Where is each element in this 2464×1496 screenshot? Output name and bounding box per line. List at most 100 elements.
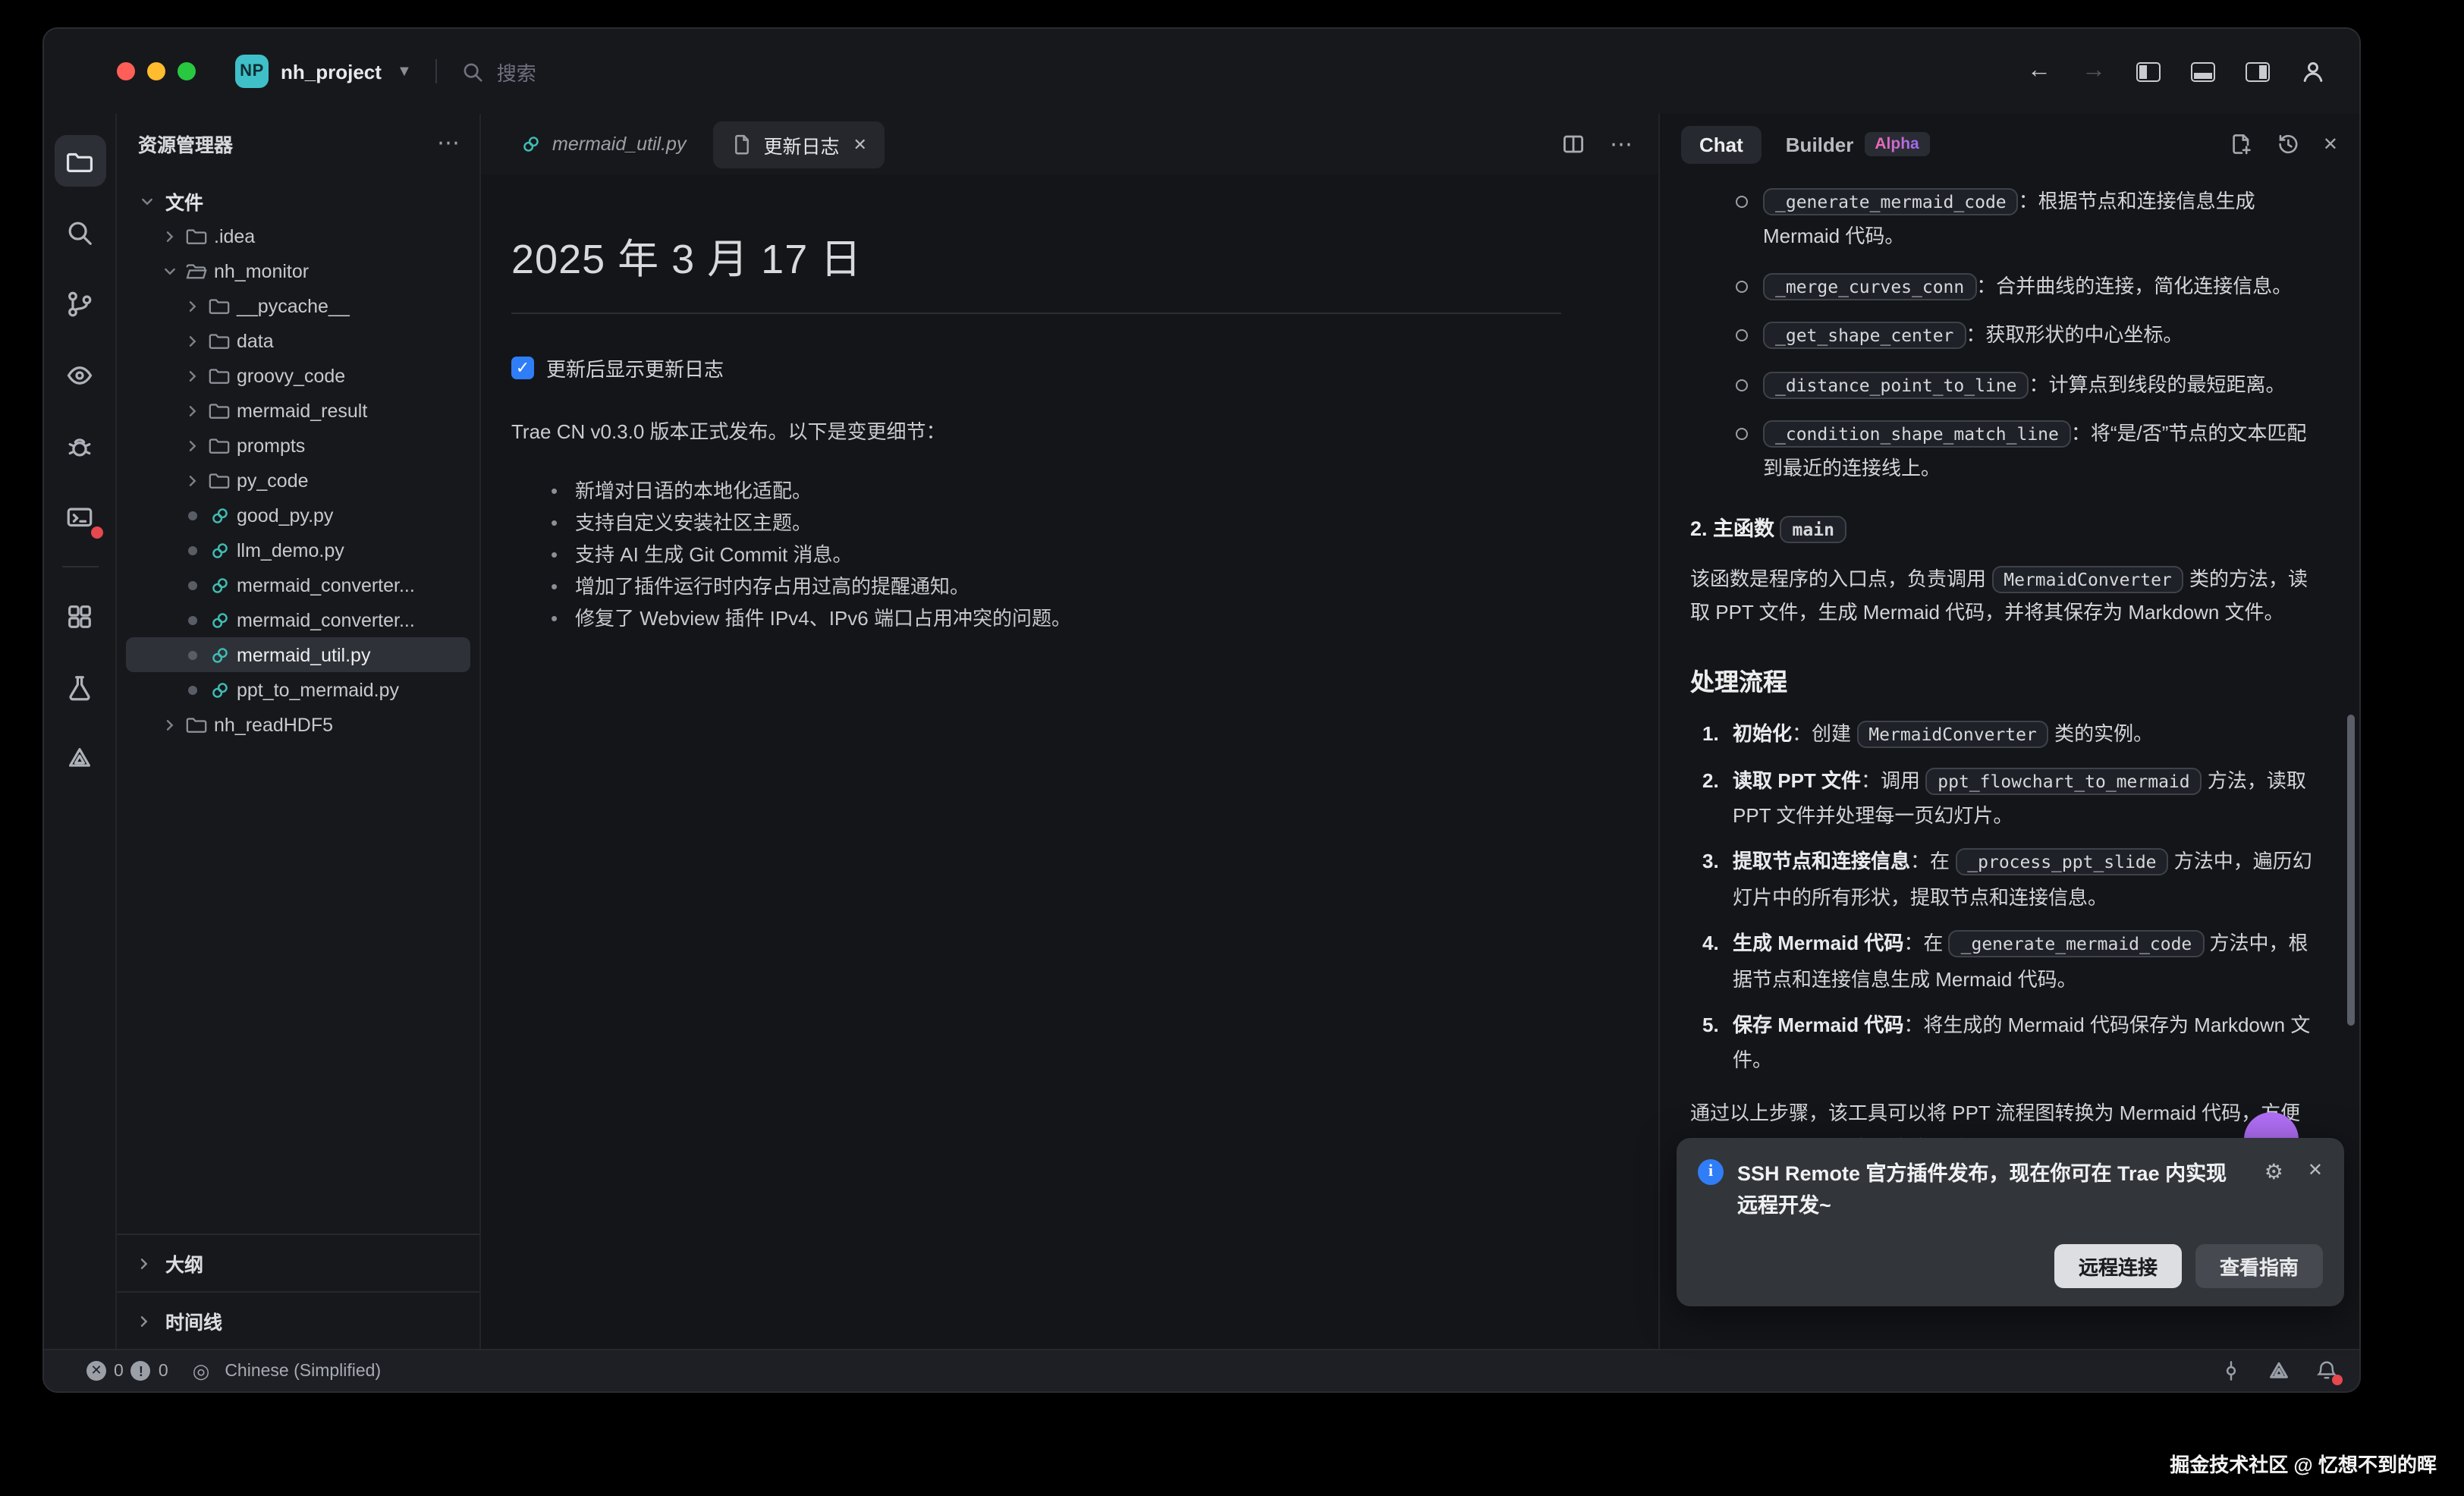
- info-icon: i: [1698, 1159, 1724, 1185]
- tree-item-mermaid_util.py[interactable]: mermaid_util.py: [126, 637, 470, 672]
- global-search[interactable]: 搜索: [462, 57, 536, 86]
- tree-item-py_code[interactable]: py_code: [126, 463, 470, 498]
- chat-list-item: 初始化：创建 MermaidConverter 类的实例。: [1702, 716, 2320, 752]
- explorer-sidebar: 资源管理器 ⋯ 文件.idea nh_monitor __pycache__data…: [117, 114, 481, 1349]
- debug-icon[interactable]: [54, 420, 105, 472]
- release-intro: Trae CN v0.3.0 版本正式发布。以下是变更细节：: [511, 416, 1558, 445]
- tree-item-mermaid_converter...[interactable]: mermaid_converter...: [126, 567, 470, 602]
- close-panel-icon[interactable]: ✕: [2323, 134, 2338, 155]
- tree-item-mermaid_converter...[interactable]: mermaid_converter...: [126, 602, 470, 637]
- modified-dot: [181, 650, 205, 659]
- tree-item-prompts[interactable]: prompts: [126, 428, 470, 463]
- tree-item-data[interactable]: data: [126, 323, 470, 358]
- extensions-icon[interactable]: [54, 590, 105, 642]
- back-button[interactable]: ←: [2027, 58, 2051, 85]
- editor-tab-mermaid_util.py[interactable]: mermaid_util.py: [502, 124, 704, 164]
- chevron-right-icon: [181, 332, 205, 350]
- status-bar: ✕ 0 ! 0 ◎ Chinese (Simplified): [44, 1349, 2359, 1391]
- close-window-button[interactable]: [117, 62, 135, 80]
- tree-item-llm_demo.py[interactable]: llm_demo.py: [126, 533, 470, 567]
- notification-badge: [2332, 1375, 2343, 1385]
- more-actions-icon[interactable]: ⋯: [437, 129, 461, 156]
- split-editor-icon[interactable]: [1561, 132, 1586, 156]
- tree-item-__pycache__[interactable]: __pycache__: [126, 288, 470, 323]
- files-icon[interactable]: [54, 135, 105, 187]
- remote-terminal-icon[interactable]: [54, 492, 105, 543]
- chevron-right-icon: [181, 471, 205, 489]
- close-tab-icon[interactable]: ✕: [853, 134, 867, 154]
- forward-button[interactable]: →: [2082, 58, 2106, 85]
- toggle-right-sidebar-icon[interactable]: [2246, 61, 2270, 81]
- tree-item-ppt_to_mermaid.py[interactable]: ppt_to_mermaid.py: [126, 672, 470, 707]
- screencast-icon[interactable]: ◎: [193, 1359, 210, 1383]
- remote-connect-button[interactable]: 远程连接: [2054, 1244, 2182, 1288]
- account-icon[interactable]: [2300, 58, 2326, 84]
- tree-item-good_py.py[interactable]: good_py.py: [126, 498, 470, 533]
- file-icon: [731, 134, 753, 155]
- checkbox-checked-icon[interactable]: ✓: [511, 357, 534, 379]
- notifications-bell[interactable]: [2315, 1359, 2338, 1382]
- explorer-header: 资源管理器 ⋯: [117, 114, 479, 171]
- chevron-down-icon: [135, 192, 159, 210]
- zoom-window-button[interactable]: [178, 62, 196, 80]
- notification-buttons: 远程连接 查看指南: [1698, 1244, 2323, 1288]
- chat-list-item: 保存 Mermaid 代码：将生成的 Mermaid 代码保存为 Markdow…: [1702, 1007, 2320, 1079]
- toggle-left-sidebar-icon[interactable]: [2136, 61, 2161, 81]
- minimize-window-button[interactable]: [147, 62, 165, 80]
- python-file-icon: [205, 609, 234, 630]
- ssh-remote-notification: i SSH Remote 官方插件发布，现在你可在 Trae 内实现远程开发~ …: [1677, 1138, 2344, 1306]
- chat-scrollbar-thumb[interactable]: [2347, 715, 2355, 1026]
- activity-bar: [44, 114, 117, 1349]
- toggle-bottom-panel-icon[interactable]: [2191, 61, 2215, 81]
- tree-item-nh_monitor[interactable]: nh_monitor: [126, 253, 470, 288]
- tree-item-label: nh_monitor: [214, 260, 309, 281]
- editor-tab-更新日志[interactable]: 更新日志 ✕: [713, 121, 885, 168]
- release-note-item: 新增对日语的本地化适配。: [551, 475, 1558, 507]
- chat-list-item: 读取 PPT 文件：调用 ppt_flowchart_to_mermaid 方法…: [1702, 762, 2320, 834]
- tab-builder[interactable]: Builder Alpha: [1786, 132, 1930, 156]
- language-mode[interactable]: Chinese (Simplified): [225, 1362, 381, 1380]
- error-count: 0: [114, 1362, 124, 1380]
- tab-chat[interactable]: Chat: [1681, 125, 1762, 163]
- tab-label: 更新日志: [763, 130, 839, 159]
- search-label: 搜索: [497, 57, 536, 86]
- history-icon[interactable]: [2276, 132, 2300, 156]
- watermark-text: 掘金技术社区 @ 忆想不到的晖: [2170, 1449, 2437, 1478]
- release-note-item: 支持 AI 生成 Git Commit 消息。: [551, 539, 1558, 570]
- tree-item-nh_readHDF5[interactable]: nh_readHDF5: [126, 707, 470, 742]
- preview-eye-icon[interactable]: [54, 349, 105, 401]
- trae-logo-icon[interactable]: [2267, 1359, 2291, 1383]
- tree-item-.idea[interactable]: .idea: [126, 218, 470, 253]
- problems-indicator[interactable]: ✕ 0 ! 0: [86, 1361, 168, 1381]
- search-icon[interactable]: [54, 206, 105, 258]
- tree-item-mermaid_result[interactable]: mermaid_result: [126, 393, 470, 428]
- project-switcher[interactable]: NP nh_project ▼: [235, 55, 412, 88]
- view-guide-button[interactable]: 查看指南: [2195, 1244, 2323, 1288]
- plugin-knot-icon[interactable]: [54, 733, 105, 784]
- chevron-down-icon: [158, 262, 182, 280]
- chat-list-item: 生成 Mermaid 代码：在 _generate_mermaid_code 方…: [1702, 926, 2320, 997]
- chevron-right-icon: [135, 1254, 153, 1272]
- dismiss-notification-icon[interactable]: ✕: [2308, 1159, 2323, 1185]
- changelog-document: 2025 年 3 月 17 日 ✓ 更新后显示更新日志 Trae CN v0.3…: [481, 174, 1658, 1349]
- tree-section-文件[interactable]: 文件: [126, 184, 470, 218]
- section-时间线[interactable]: 时间线: [117, 1291, 479, 1349]
- chat-actions: ✕: [2229, 132, 2338, 156]
- modified-dot: [181, 685, 205, 694]
- chevron-down-icon: ▼: [397, 63, 412, 80]
- tree-item-label: groovy_code: [237, 365, 345, 386]
- tunnel-icon[interactable]: [2220, 1359, 2242, 1382]
- chevron-right-icon: [181, 436, 205, 454]
- tab-label: mermaid_util.py: [552, 134, 686, 155]
- project-badge: NP: [235, 55, 269, 88]
- release-note-item: 修复了 Webview 插件 IPv4、IPv6 端口占用冲突的问题。: [551, 602, 1558, 634]
- test-flask-icon[interactable]: [54, 662, 105, 713]
- editor-more-actions-icon[interactable]: ⋯: [1610, 130, 1634, 158]
- source-control-icon[interactable]: [54, 278, 105, 329]
- tree-item-label: llm_demo.py: [237, 539, 344, 561]
- gear-icon[interactable]: ⚙: [2264, 1159, 2283, 1185]
- section-大纲[interactable]: 大纲: [117, 1234, 479, 1291]
- tree-item-label: nh_readHDF5: [214, 714, 333, 735]
- tree-item-groovy_code[interactable]: groovy_code: [126, 358, 470, 393]
- new-chat-icon[interactable]: [2229, 132, 2253, 156]
